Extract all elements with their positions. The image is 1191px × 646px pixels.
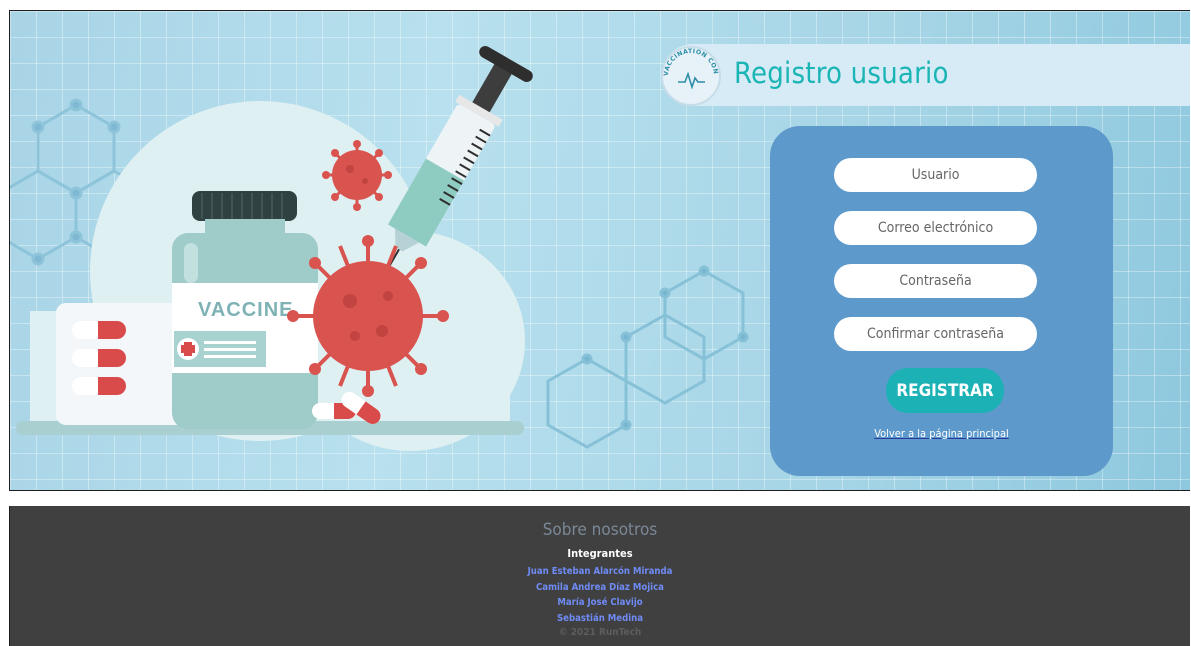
member-link[interactable]: Sebastián Medina (10, 611, 1190, 627)
confirm-password-field[interactable] (834, 317, 1037, 351)
register-button[interactable]: REGISTRAR (886, 368, 1004, 413)
virus-large-icon (287, 235, 449, 397)
hero-section: VACCINE VACCINATION CON Registro usuario… (9, 10, 1190, 491)
email-field[interactable] (834, 211, 1037, 245)
footer-title: Sobre nosotros (542, 520, 658, 540)
molecule-network-center (546, 265, 749, 449)
member-link[interactable]: Camila Andrea Díaz Mojica (10, 580, 1190, 596)
registration-form: REGISTRAR Volver a la página principal (770, 126, 1113, 476)
username-field[interactable] (834, 158, 1037, 192)
pill-blister-icon (56, 303, 186, 425)
password-field[interactable] (834, 264, 1037, 298)
members-list: Juan Esteban Alarcón Miranda Camila Andr… (10, 564, 1190, 626)
page-title: Registro usuario (734, 56, 949, 90)
back-to-home-link[interactable]: Volver a la página principal (770, 427, 1113, 440)
footer-subtitle: Integrantes (567, 547, 633, 560)
copyright: © 2021 RunTech (558, 627, 642, 638)
vaccine-label: VACCINE (198, 299, 294, 321)
member-link[interactable]: Juan Esteban Alarcón Miranda (10, 564, 1190, 580)
footer: Sobre nosotros Integrantes Juan Esteban … (9, 506, 1190, 646)
vaccination-logo-icon: VACCINATION CONTROL SYSTEM (660, 45, 721, 106)
member-link[interactable]: María José Clavijo (10, 595, 1190, 611)
